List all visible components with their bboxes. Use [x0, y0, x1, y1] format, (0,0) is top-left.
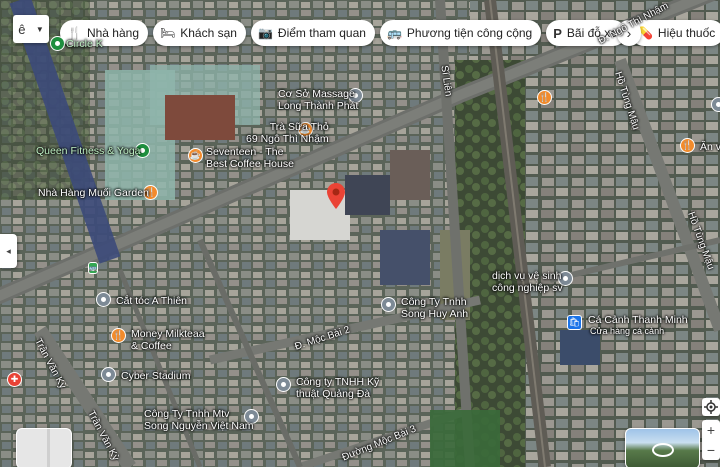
poi-label-massage[interactable]: Cơ Sở Massage Long Thành Phát — [278, 88, 358, 112]
poi-label-dich-vu[interactable]: dịch vụ vệ sinh công nghiệp sv — [492, 270, 563, 294]
poi-marker-cyber[interactable] — [101, 367, 116, 382]
poi-label-an-v[interactable]: Ăn v — [700, 141, 720, 153]
language-value: ê — [18, 21, 26, 37]
chip-label: Khách sạn — [180, 26, 237, 40]
poi-marker-restaurant[interactable]: 🍴 — [537, 90, 552, 105]
zoom-out-button[interactable]: − — [707, 443, 715, 457]
camera-icon: 📷 — [257, 26, 273, 40]
poi-label-song-huy[interactable]: Công Ty Tnhh Song Huy Anh — [401, 296, 468, 320]
zoom-in-button[interactable]: + — [707, 423, 715, 437]
chip-label: Hiệu thuốc — [657, 26, 716, 40]
poi-label-tra-sua[interactable]: Trà Sữa Thỏ 69 Ngô Thì Nhậm — [246, 121, 329, 145]
crosshair-icon — [704, 400, 718, 414]
caret-down-icon: ▼ — [35, 24, 44, 34]
chip-label: Điểm tham quan — [277, 26, 366, 40]
poi-label-ky-thuat[interactable]: Công ty TNHH Kỹ thuật Quảng Đà — [296, 376, 379, 400]
poi-marker-ca-canh[interactable]: 🛍 — [567, 315, 582, 330]
poi-label-money-milk[interactable]: Money Milkteaa & Coffee — [131, 328, 205, 352]
poi-marker-an-v[interactable]: 🍴 — [680, 138, 695, 153]
collapse-panel-button[interactable]: ◂ — [0, 234, 17, 268]
bus-icon: 🚌 — [386, 26, 402, 40]
poi-label-queen-fitness[interactable]: Queen Fitness & Yoga — [36, 145, 141, 157]
chip-transit[interactable]: 🚌 Phương tiện công cộng — [379, 20, 542, 46]
poi-label-ca-canh[interactable]: Cá Cảnh Thanh Minh — [588, 314, 688, 326]
street-view-360-icon — [652, 443, 674, 457]
poi-label-song-nguyen[interactable]: Công Ty Tnhh Mtv Song Nguyễn Việt Nam — [144, 408, 254, 432]
street-view-thumbnail[interactable] — [625, 428, 700, 467]
language-select[interactable]: ê ▼ — [13, 15, 49, 43]
poi-label-circle-k[interactable]: Circle K — [66, 38, 103, 50]
parking-icon: P — [553, 25, 562, 41]
zoom-control: + − — [702, 420, 720, 460]
location-pin-icon[interactable] — [327, 183, 345, 209]
poi-label-nha-hang-muoi[interactable]: Nhà Hàng Muối Garden — [38, 187, 149, 199]
my-location-button[interactable] — [702, 398, 720, 416]
poi-marker-hospital[interactable]: ✚ — [7, 372, 22, 387]
bed-icon: 🛏 — [160, 26, 176, 40]
chip-attractions[interactable]: 📷 Điểm tham quan — [250, 20, 375, 46]
poi-marker-seventeen[interactable]: ☕ — [188, 148, 203, 163]
poi-label-cat-toc[interactable]: Cắt tóc A Thiên — [116, 295, 187, 307]
poi-marker-money-milk[interactable]: 🍴 — [111, 328, 126, 343]
poi-label-cyber[interactable]: Cyber Stadium — [121, 370, 190, 382]
poi-marker-edge[interactable] — [711, 97, 720, 112]
poi-sublabel-ca-canh: Cửa hàng cá cảnh — [590, 326, 665, 336]
poi-marker-cat-toc[interactable] — [96, 292, 111, 307]
map-view[interactable]: ê ▼ 🍴 Nhà hàng 🛏 Khách sạn 📷 Điểm tham q… — [0, 0, 720, 467]
chip-hotels[interactable]: 🛏 Khách sạn — [153, 20, 246, 46]
poi-marker-circle-k[interactable] — [50, 36, 65, 51]
poi-marker-ky-thuat[interactable] — [276, 377, 291, 392]
map-layers-thumbnail[interactable] — [16, 428, 72, 467]
poi-label-seventeen[interactable]: Seventeen - The Best Coffee House — [206, 146, 294, 170]
bus-stop-icon[interactable]: 🚌 — [88, 262, 98, 274]
poi-marker-song-huy[interactable] — [381, 297, 396, 312]
chip-label: Phương tiện công cộng — [406, 26, 533, 40]
